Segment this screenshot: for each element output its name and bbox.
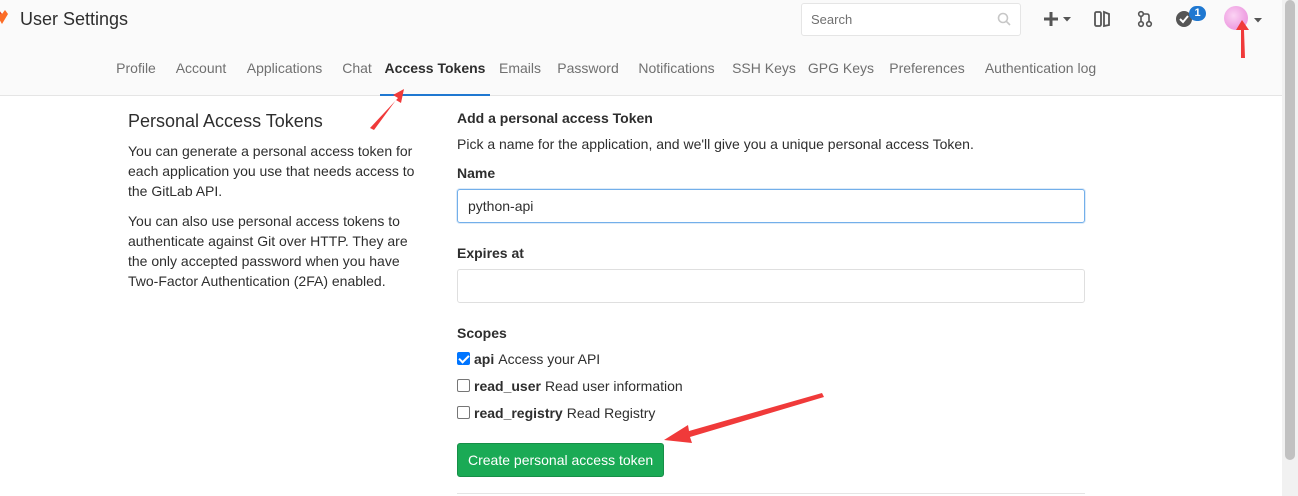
scope-description: Read user information xyxy=(544,377,683,394)
gitlab-logo-icon[interactable] xyxy=(0,10,8,24)
info-paragraph-2: You can also use personal access tokens … xyxy=(128,213,408,289)
chevron-down-icon xyxy=(1063,17,1071,22)
form-heading: Add a personal access Token xyxy=(457,110,653,126)
search-box[interactable] xyxy=(801,3,1021,36)
name-label: Name xyxy=(457,165,496,181)
token-info-sidebar: Personal Access Tokens You can generate … xyxy=(128,111,428,301)
settings-tabs: Profile Account Applications Chat Access… xyxy=(0,55,1282,96)
scope-api-checkbox[interactable] xyxy=(457,352,470,365)
issues-button[interactable] xyxy=(1094,8,1111,30)
name-input[interactable] xyxy=(457,189,1085,223)
scope-read-user-checkbox[interactable] xyxy=(457,379,470,392)
page-title: User Settings xyxy=(20,9,129,29)
tab-gpg-keys[interactable]: GPG Keys xyxy=(807,55,875,96)
scope-name: read_user xyxy=(474,377,541,394)
scope-description: Read Registry xyxy=(566,404,656,421)
scope-read-registry-checkbox[interactable] xyxy=(457,406,470,419)
new-dropdown-button[interactable] xyxy=(1043,8,1072,30)
chevron-down-icon[interactable] xyxy=(1253,16,1263,24)
scopes-label: Scopes xyxy=(457,325,507,341)
tab-account[interactable]: Account xyxy=(171,55,231,96)
tab-preferences[interactable]: Preferences xyxy=(885,55,969,96)
scope-name: api xyxy=(474,350,495,367)
tab-profile[interactable]: Profile xyxy=(110,55,162,96)
tab-emails[interactable]: Emails xyxy=(495,55,545,96)
scrollbar-thumb[interactable] xyxy=(1285,0,1295,460)
scope-read-registry: read_registry Read Registry xyxy=(457,399,1085,426)
add-token-form: Add a personal access Token Pick a name … xyxy=(457,110,1085,477)
plus-icon xyxy=(1044,12,1058,26)
tab-authentication-log[interactable]: Authentication log xyxy=(978,55,1103,96)
todos-count-badge: 1 xyxy=(1189,6,1206,21)
page-scrollbar[interactable] xyxy=(1282,0,1298,496)
merge-request-icon xyxy=(1137,10,1153,28)
scope-name: read_registry xyxy=(474,404,563,421)
tab-password[interactable]: Password xyxy=(555,55,621,96)
form-description: Pick a name for the application, and we'… xyxy=(457,136,974,152)
tab-access-tokens[interactable]: Access Tokens xyxy=(380,55,490,96)
search-icon xyxy=(997,12,1011,26)
section-heading: Personal Access Tokens xyxy=(128,111,323,131)
issues-icon xyxy=(1094,10,1110,28)
info-paragraph-1: You can generate a personal access token… xyxy=(128,143,415,199)
search-input[interactable] xyxy=(802,4,982,35)
merge-requests-button[interactable] xyxy=(1137,8,1153,30)
create-token-button[interactable]: Create personal access token xyxy=(457,443,665,477)
scope-read-user: read_user Read user information xyxy=(457,372,1085,399)
scope-description: Access your API xyxy=(498,350,601,367)
tab-ssh-keys[interactable]: SSH Keys xyxy=(730,55,798,96)
expires-at-input[interactable] xyxy=(457,269,1085,303)
user-avatar[interactable] xyxy=(1224,6,1248,30)
tab-notifications[interactable]: Notifications xyxy=(631,55,722,96)
top-header: User Settings Search 1 Profile Account A… xyxy=(0,0,1282,96)
expires-at-label: Expires at xyxy=(457,245,524,261)
form-divider xyxy=(457,493,1085,494)
tab-chat[interactable]: Chat xyxy=(336,55,378,96)
scope-api: api Access your API xyxy=(457,345,1085,372)
tab-applications[interactable]: Applications xyxy=(241,55,328,96)
